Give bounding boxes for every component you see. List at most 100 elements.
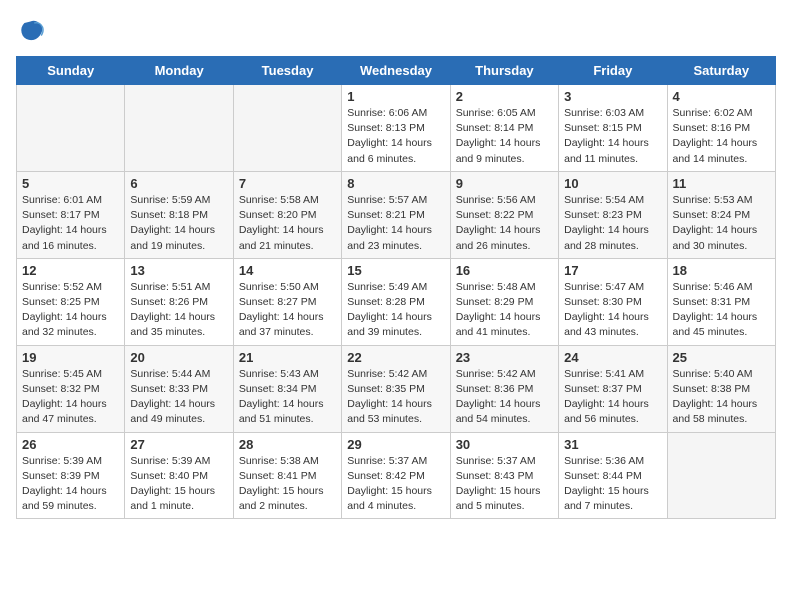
day-info: Sunrise: 5:41 AM Sunset: 8:37 PM Dayligh… bbox=[564, 367, 661, 428]
day-number: 29 bbox=[347, 437, 444, 452]
calendar-cell: 9Sunrise: 5:56 AM Sunset: 8:22 PM Daylig… bbox=[450, 171, 558, 258]
day-info: Sunrise: 5:49 AM Sunset: 8:28 PM Dayligh… bbox=[347, 280, 444, 341]
calendar-cell bbox=[17, 85, 125, 172]
calendar-week-row: 12 Sunrise: 5:52 AM Sunset: 8:25 PM Dayli… bbox=[17, 258, 776, 345]
day-info: Sunrise: 5:58 AM Sunset: 8:20 PM Dayligh… bbox=[239, 193, 336, 254]
day-header-monday: Monday bbox=[125, 57, 233, 85]
day-info: Sunrise: 5:40 AM Sunset: 8:38 PM Dayligh… bbox=[673, 367, 770, 428]
calendar-cell: 14 Sunrise: 5:50 AM Sunset: 8:27 PM Dayli… bbox=[233, 258, 341, 345]
calendar-cell: 1 Sunrise: 6:06 AM Sunset: 8:13 PM Daylig… bbox=[342, 85, 450, 172]
day-info: Sunrise: 5:54 AM Sunset: 8:23 PM Dayligh… bbox=[564, 193, 661, 254]
calendar-cell: 29 Sunrise: 5:37 AM Sunset: 8:42 PM Dayli… bbox=[342, 432, 450, 519]
day-number: 7 bbox=[239, 176, 336, 191]
day-info: Sunrise: 5:46 AM Sunset: 8:31 PM Dayligh… bbox=[673, 280, 770, 341]
day-number: 11 bbox=[673, 176, 770, 191]
calendar-week-row: 26 Sunrise: 5:39 AM Sunset: 8:39 PM Dayli… bbox=[17, 432, 776, 519]
day-info: Sunrise: 6:03 AM Sunset: 8:15 PM Dayligh… bbox=[564, 106, 661, 167]
day-header-sunday: Sunday bbox=[17, 57, 125, 85]
day-info: Sunrise: 6:01 AM Sunset: 8:17 PM Dayligh… bbox=[22, 193, 119, 254]
calendar-cell bbox=[667, 432, 775, 519]
calendar-cell: 22 Sunrise: 5:42 AM Sunset: 8:35 PM Dayli… bbox=[342, 345, 450, 432]
day-number: 23 bbox=[456, 350, 553, 365]
day-info: Sunrise: 5:42 AM Sunset: 8:35 PM Dayligh… bbox=[347, 367, 444, 428]
day-number: 22 bbox=[347, 350, 444, 365]
day-info: Sunrise: 5:52 AM Sunset: 8:25 PM Dayligh… bbox=[22, 280, 119, 341]
calendar-cell: 20Sunrise: 5:44 AM Sunset: 8:33 PM Dayli… bbox=[125, 345, 233, 432]
day-info: Sunrise: 5:50 AM Sunset: 8:27 PM Dayligh… bbox=[239, 280, 336, 341]
day-number: 28 bbox=[239, 437, 336, 452]
calendar-table: SundayMondayTuesdayWednesdayThursdayFrid… bbox=[16, 56, 776, 519]
calendar-cell: 31 Sunrise: 5:36 AM Sunset: 8:44 PM Dayli… bbox=[559, 432, 667, 519]
calendar-cell: 11 Sunrise: 5:53 AM Sunset: 8:24 PM Dayli… bbox=[667, 171, 775, 258]
day-number: 10 bbox=[564, 176, 661, 191]
calendar-cell: 4 Sunrise: 6:02 AM Sunset: 8:16 PM Daylig… bbox=[667, 85, 775, 172]
logo-icon bbox=[16, 16, 44, 44]
day-info: Sunrise: 5:57 AM Sunset: 8:21 PM Dayligh… bbox=[347, 193, 444, 254]
calendar-cell: 26 Sunrise: 5:39 AM Sunset: 8:39 PM Dayli… bbox=[17, 432, 125, 519]
day-info: Sunrise: 5:56 AM Sunset: 8:22 PM Dayligh… bbox=[456, 193, 553, 254]
day-info: Sunrise: 5:53 AM Sunset: 8:24 PM Dayligh… bbox=[673, 193, 770, 254]
calendar-cell: 8 Sunrise: 5:57 AM Sunset: 8:21 PM Daylig… bbox=[342, 171, 450, 258]
day-info: Sunrise: 5:51 AM Sunset: 8:26 PM Dayligh… bbox=[130, 280, 227, 341]
day-number: 25 bbox=[673, 350, 770, 365]
day-info: Sunrise: 5:59 AM Sunset: 8:18 PM Dayligh… bbox=[130, 193, 227, 254]
logo bbox=[16, 16, 48, 44]
day-info: Sunrise: 5:42 AM Sunset: 8:36 PM Dayligh… bbox=[456, 367, 553, 428]
day-number: 5 bbox=[22, 176, 119, 191]
day-info: Sunrise: 6:02 AM Sunset: 8:16 PM Dayligh… bbox=[673, 106, 770, 167]
day-number: 16 bbox=[456, 263, 553, 278]
calendar-cell: 27 Sunrise: 5:39 AM Sunset: 8:40 PM Dayli… bbox=[125, 432, 233, 519]
day-info: Sunrise: 5:36 AM Sunset: 8:44 PM Dayligh… bbox=[564, 454, 661, 515]
calendar-cell: 30Sunrise: 5:37 AM Sunset: 8:43 PM Dayli… bbox=[450, 432, 558, 519]
day-header-tuesday: Tuesday bbox=[233, 57, 341, 85]
day-header-saturday: Saturday bbox=[667, 57, 775, 85]
day-number: 8 bbox=[347, 176, 444, 191]
day-info: Sunrise: 5:39 AM Sunset: 8:39 PM Dayligh… bbox=[22, 454, 119, 515]
calendar-cell bbox=[233, 85, 341, 172]
day-number: 19 bbox=[22, 350, 119, 365]
day-number: 31 bbox=[564, 437, 661, 452]
calendar-cell: 2Sunrise: 6:05 AM Sunset: 8:14 PM Daylig… bbox=[450, 85, 558, 172]
day-info: Sunrise: 5:45 AM Sunset: 8:32 PM Dayligh… bbox=[22, 367, 119, 428]
day-number: 2 bbox=[456, 89, 553, 104]
calendar-cell: 24 Sunrise: 5:41 AM Sunset: 8:37 PM Dayli… bbox=[559, 345, 667, 432]
day-info: Sunrise: 5:38 AM Sunset: 8:41 PM Dayligh… bbox=[239, 454, 336, 515]
calendar-cell: 12 Sunrise: 5:52 AM Sunset: 8:25 PM Dayli… bbox=[17, 258, 125, 345]
day-header-wednesday: Wednesday bbox=[342, 57, 450, 85]
day-info: Sunrise: 5:43 AM Sunset: 8:34 PM Dayligh… bbox=[239, 367, 336, 428]
day-header-friday: Friday bbox=[559, 57, 667, 85]
calendar-cell: 18 Sunrise: 5:46 AM Sunset: 8:31 PM Dayli… bbox=[667, 258, 775, 345]
day-number: 6 bbox=[130, 176, 227, 191]
calendar-cell: 6 Sunrise: 5:59 AM Sunset: 8:18 PM Daylig… bbox=[125, 171, 233, 258]
day-number: 18 bbox=[673, 263, 770, 278]
calendar-cell: 7 Sunrise: 5:58 AM Sunset: 8:20 PM Daylig… bbox=[233, 171, 341, 258]
day-number: 26 bbox=[22, 437, 119, 452]
day-number: 17 bbox=[564, 263, 661, 278]
calendar-cell: 28 Sunrise: 5:38 AM Sunset: 8:41 PM Dayli… bbox=[233, 432, 341, 519]
day-number: 30 bbox=[456, 437, 553, 452]
day-number: 4 bbox=[673, 89, 770, 104]
day-number: 14 bbox=[239, 263, 336, 278]
calendar-cell: 23 Sunrise: 5:42 AM Sunset: 8:36 PM Dayli… bbox=[450, 345, 558, 432]
calendar-week-row: 5 Sunrise: 6:01 AM Sunset: 8:17 PM Daylig… bbox=[17, 171, 776, 258]
day-info: Sunrise: 5:47 AM Sunset: 8:30 PM Dayligh… bbox=[564, 280, 661, 341]
day-number: 1 bbox=[347, 89, 444, 104]
day-info: Sunrise: 6:06 AM Sunset: 8:13 PM Dayligh… bbox=[347, 106, 444, 167]
day-info: Sunrise: 5:39 AM Sunset: 8:40 PM Dayligh… bbox=[130, 454, 227, 515]
calendar-cell bbox=[125, 85, 233, 172]
calendar-week-row: 19 Sunrise: 5:45 AM Sunset: 8:32 PM Dayli… bbox=[17, 345, 776, 432]
day-number: 3 bbox=[564, 89, 661, 104]
page-header bbox=[16, 16, 776, 44]
calendar-cell: 16Sunrise: 5:48 AM Sunset: 8:29 PM Dayli… bbox=[450, 258, 558, 345]
day-number: 13 bbox=[130, 263, 227, 278]
day-header-thursday: Thursday bbox=[450, 57, 558, 85]
day-number: 12 bbox=[22, 263, 119, 278]
calendar-cell: 13 Sunrise: 5:51 AM Sunset: 8:26 PM Dayli… bbox=[125, 258, 233, 345]
day-number: 24 bbox=[564, 350, 661, 365]
calendar-header-row: SundayMondayTuesdayWednesdayThursdayFrid… bbox=[17, 57, 776, 85]
day-info: Sunrise: 5:37 AM Sunset: 8:42 PM Dayligh… bbox=[347, 454, 444, 515]
day-number: 15 bbox=[347, 263, 444, 278]
calendar-week-row: 1 Sunrise: 6:06 AM Sunset: 8:13 PM Daylig… bbox=[17, 85, 776, 172]
calendar-cell: 3 Sunrise: 6:03 AM Sunset: 8:15 PM Daylig… bbox=[559, 85, 667, 172]
day-number: 27 bbox=[130, 437, 227, 452]
